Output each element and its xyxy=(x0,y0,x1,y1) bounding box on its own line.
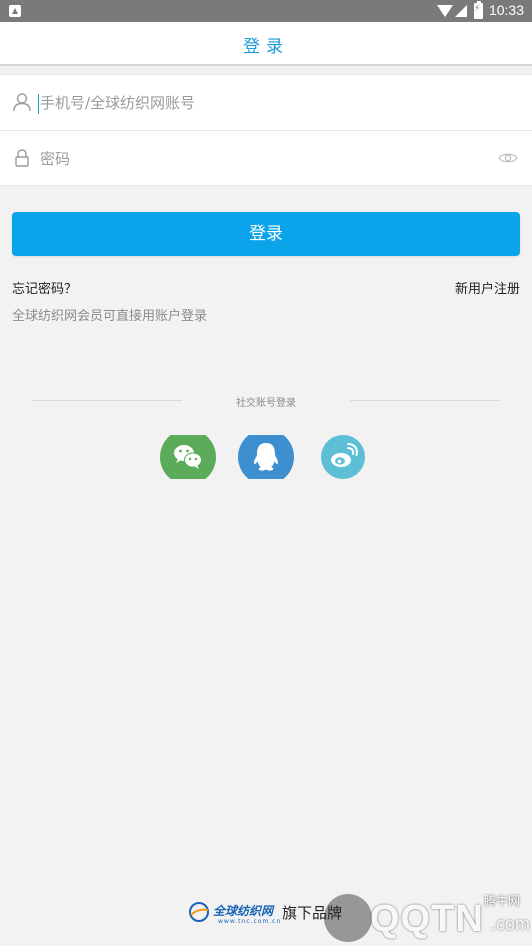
social-login-label: 社交账号登录 xyxy=(236,398,296,409)
status-time: 10:33 xyxy=(488,2,524,18)
watermark-cn: 腾牛网 xyxy=(483,894,520,908)
watermark-text: QQTN xyxy=(370,898,484,940)
brand-globe-icon xyxy=(189,902,209,922)
login-button[interactable]: 登录 xyxy=(12,212,520,256)
text-cursor xyxy=(38,94,39,114)
footer-brand-name: 全球纺织网 xyxy=(213,904,274,918)
wechat-login-button[interactable] xyxy=(160,435,216,479)
page-title: 登录 xyxy=(243,37,289,57)
lock-icon xyxy=(15,149,29,167)
footer-brand-url: www.tnc.com.cn xyxy=(218,918,282,925)
title-bar: 登录 xyxy=(0,22,532,66)
login-form xyxy=(0,74,532,186)
signal-icon xyxy=(455,5,467,17)
account-row xyxy=(0,75,532,130)
battery-icon xyxy=(474,1,483,19)
password-row xyxy=(0,130,532,185)
qqtn-watermark: QQTN .com 腾牛网 xyxy=(320,890,532,946)
divider-left xyxy=(32,400,182,401)
register-link[interactable]: 新用户注册 xyxy=(455,278,520,297)
wifi-icon xyxy=(437,5,453,17)
qq-icon xyxy=(254,443,278,471)
qq-login-button[interactable] xyxy=(238,435,294,479)
status-bar: 10:33 xyxy=(0,0,532,22)
wechat-icon xyxy=(174,445,202,469)
account-input[interactable] xyxy=(40,91,480,115)
weibo-login-button[interactable] xyxy=(321,435,365,479)
divider-right xyxy=(350,400,500,401)
password-input[interactable] xyxy=(40,147,480,171)
eye-icon[interactable] xyxy=(498,151,518,165)
watermark-domain: .com xyxy=(490,914,530,934)
notification-icon xyxy=(9,5,21,17)
weibo-icon xyxy=(331,443,358,467)
forgot-password-link[interactable]: 忘记密码？ xyxy=(12,278,77,297)
user-icon xyxy=(13,93,31,112)
member-tip: 全球纺织网会员可直接用账户登录 xyxy=(12,309,208,324)
watermark-logo xyxy=(324,894,372,942)
